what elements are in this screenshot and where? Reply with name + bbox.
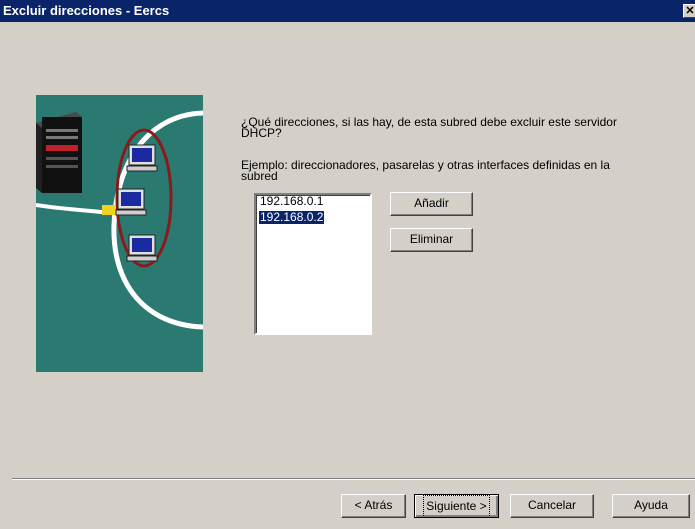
question-text: ¿Qué direcciones, si las hay, de esta su… — [241, 115, 617, 140]
next-button[interactable]: Siguiente > — [414, 494, 499, 518]
add-button-label: Añadir — [414, 196, 449, 210]
title-bar[interactable]: Excluir direcciones - Eercs ✕ — [0, 0, 695, 22]
next-button-label: Siguiente > — [423, 495, 490, 518]
remove-button-label: Eliminar — [409, 232, 454, 246]
back-button[interactable]: < Atrás — [341, 494, 406, 518]
cancel-button[interactable]: Cancelar — [510, 494, 594, 518]
back-button-label: < Atrás — [354, 498, 393, 512]
close-button[interactable]: ✕ — [683, 4, 695, 18]
list-item[interactable]: 192.168.0.1 — [259, 195, 370, 208]
workstation-icon — [126, 234, 158, 262]
workstation-icon — [126, 144, 158, 172]
window-title: Excluir direcciones - Eercs — [3, 3, 170, 18]
help-button[interactable]: Ayuda — [612, 494, 690, 518]
network-illustration — [36, 95, 203, 372]
example-text: Ejemplo: direccionadores, pasarelas y ot… — [241, 158, 610, 183]
workstation-icon — [115, 188, 147, 216]
list-item-selected[interactable]: 192.168.0.2 — [259, 211, 325, 224]
excluded-address-list[interactable]: 192.168.0.1 192.168.0.2 — [254, 193, 372, 335]
connector-icon — [102, 205, 116, 215]
add-button[interactable]: Añadir — [390, 192, 473, 216]
help-button-label: Ayuda — [634, 498, 668, 512]
close-icon: ✕ — [685, 5, 695, 17]
server-icon — [36, 112, 82, 193]
remove-button[interactable]: Eliminar — [390, 228, 473, 252]
wizard-dialog: Excluir direcciones - Eercs ✕ ¿Qué direc… — [0, 0, 695, 529]
footer-separator — [12, 478, 695, 480]
cancel-button-label: Cancelar — [527, 498, 577, 512]
